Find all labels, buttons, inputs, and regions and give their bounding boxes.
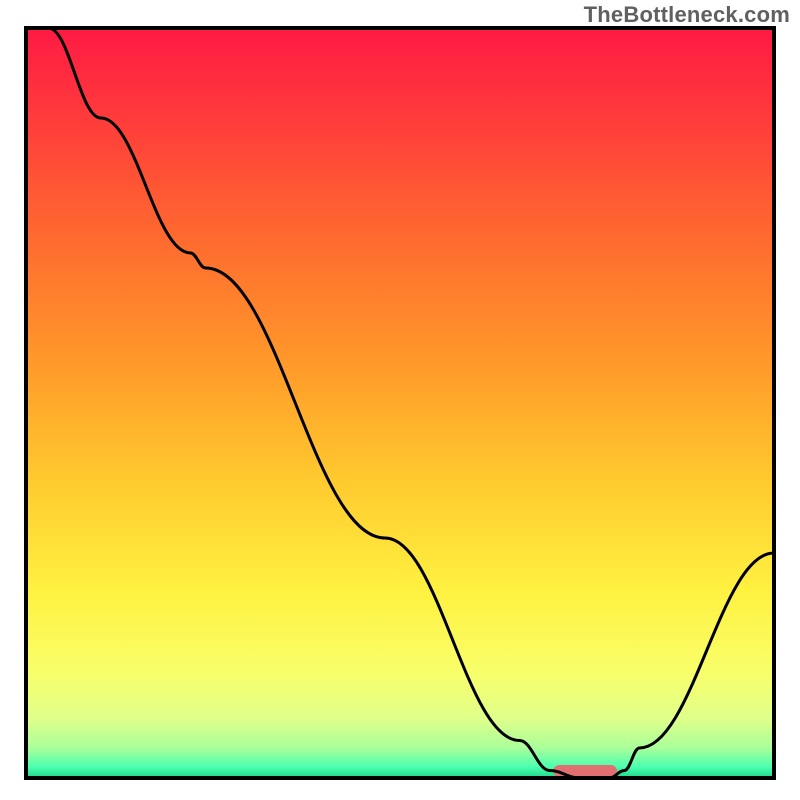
- chart-container: TheBottleneck.com: [0, 0, 800, 800]
- watermark-text: TheBottleneck.com: [584, 2, 790, 28]
- chart-canvas: [0, 0, 800, 800]
- highlight-bar: [553, 765, 617, 777]
- plot-background: [26, 28, 774, 778]
